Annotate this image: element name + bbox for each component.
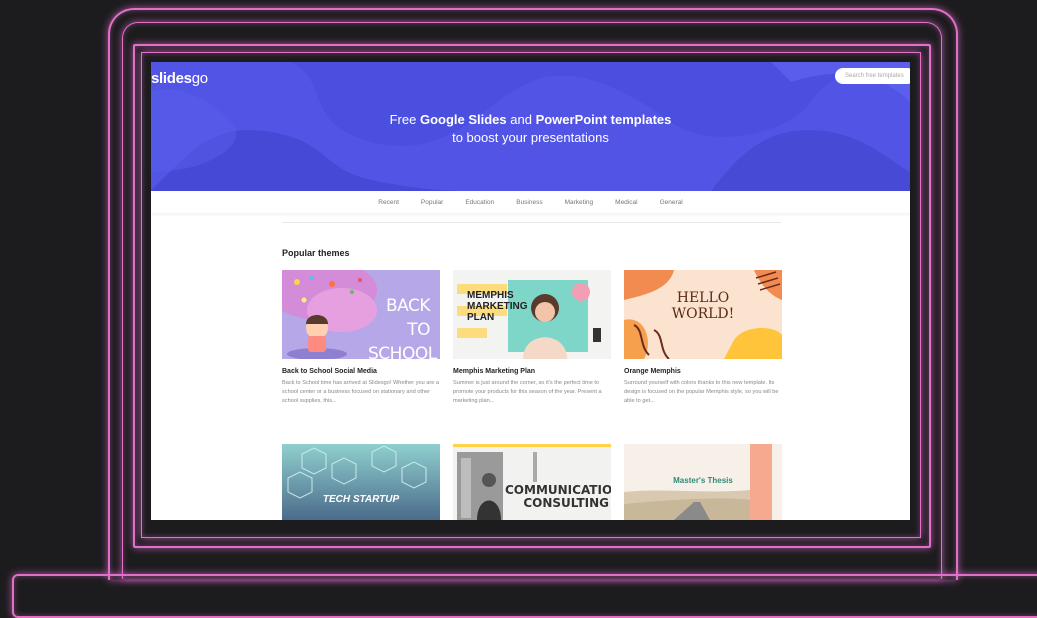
card-title[interactable]: Memphis Marketing Plan [453,368,611,375]
slidesgo-logo[interactable]: slidesgo [151,70,208,87]
thumbnail-orange-memphis[interactable]: HELLO WORLD! [624,270,782,359]
thumbnail-text: Master's Thesis [673,476,733,485]
card-title[interactable]: Orange Memphis [624,368,782,375]
thumbnail-tech-startup[interactable]: TECH STARTUP [282,444,440,520]
thumb-line-1: BACK TO [385,296,431,340]
template-card-memphis-marketing[interactable]: MEMPHIS MARKETING PLAN Memphis Marketing… [453,270,611,406]
thumb-line-2: CONSULTING [523,496,609,510]
hero-text-powerpoint: PowerPoint templates [535,112,672,127]
nav-item-general[interactable]: General [660,199,683,206]
nav-item-popular[interactable]: Popular [421,199,443,206]
nav-item-education[interactable]: Education [465,199,494,206]
thumbnail-masters-thesis[interactable]: Master's Thesis [624,444,782,520]
card-title[interactable]: Back to School Social Media [282,368,440,375]
template-card-back-to-school[interactable]: BACK TO SCHOOL Back to School Social Med… [282,270,440,406]
card-description: Summer is just around the corner, so it’… [453,380,602,404]
hero-headline: Free Google Slides and PowerPoint templa… [151,111,910,147]
template-card-orange-memphis[interactable]: HELLO WORLD! Orange Memphis Surround you… [624,270,782,406]
hero-banner: slidesgo Search free templates Free Goog… [151,62,910,191]
hero-text-and: and [506,112,536,127]
thumbnail-back-to-school[interactable]: BACK TO SCHOOL [282,270,440,359]
thumbnail-text: BACK TO SCHOOL [368,294,437,359]
tech-startup-illustration [287,445,427,499]
thumb-line-1: HELLO [676,290,730,306]
nav-item-marketing[interactable]: Marketing [565,199,594,206]
category-nav: Recent Popular Education Business Market… [151,191,910,213]
laptop-base [12,574,1037,618]
thumb-line-2: SCHOOL [368,344,437,359]
hero-text-google-slides: Google Slides [419,112,507,127]
thumbnail-memphis-marketing[interactable]: MEMPHIS MARKETING PLAN [453,270,611,359]
hero-line-2: to boost your presentations [452,130,609,145]
card-description: Back to School time has arrived at Slide… [282,380,440,404]
logo-main: slides [151,70,192,87]
thumbnail-text: TECH STARTUP [322,494,400,505]
thumb-line-2: MARKETING [467,301,528,312]
hero-line-1: Free Google Slides and PowerPoint templa… [151,111,910,129]
browser-screen: slidesgo Search free templates Free Goog… [151,62,910,520]
search-input[interactable]: Search free templates [835,68,910,84]
logo-suffix: go [191,70,208,87]
hero-text-free: Free [389,112,420,127]
nav-item-business[interactable]: Business [516,199,542,206]
thumbnail-text: COMMUNICATION CONSULTING [505,484,611,510]
template-card-tech-startup[interactable]: TECH STARTUP [282,444,440,520]
section-divider [282,222,781,223]
thumb-line-2: WORLD! [671,306,735,322]
thumbnail-text: HELLO WORLD! [624,290,782,322]
nav-item-recent[interactable]: Recent [378,199,399,206]
template-card-communication-consulting[interactable]: COMMUNICATION CONSULTING [453,444,611,520]
nav-item-medical[interactable]: Medical [615,199,637,206]
thumb-line-1: MEMPHIS [467,290,514,301]
template-card-masters-thesis[interactable]: Master's Thesis [624,444,782,520]
thumbnail-text: MEMPHIS MARKETING PLAN [467,290,528,323]
thumb-line-3: PLAN [467,312,495,323]
card-description: Surround yourself with colors thanks to … [624,380,779,404]
section-title: Popular themes [282,248,350,258]
thumbnail-communication-consulting[interactable]: COMMUNICATION CONSULTING [453,444,611,520]
